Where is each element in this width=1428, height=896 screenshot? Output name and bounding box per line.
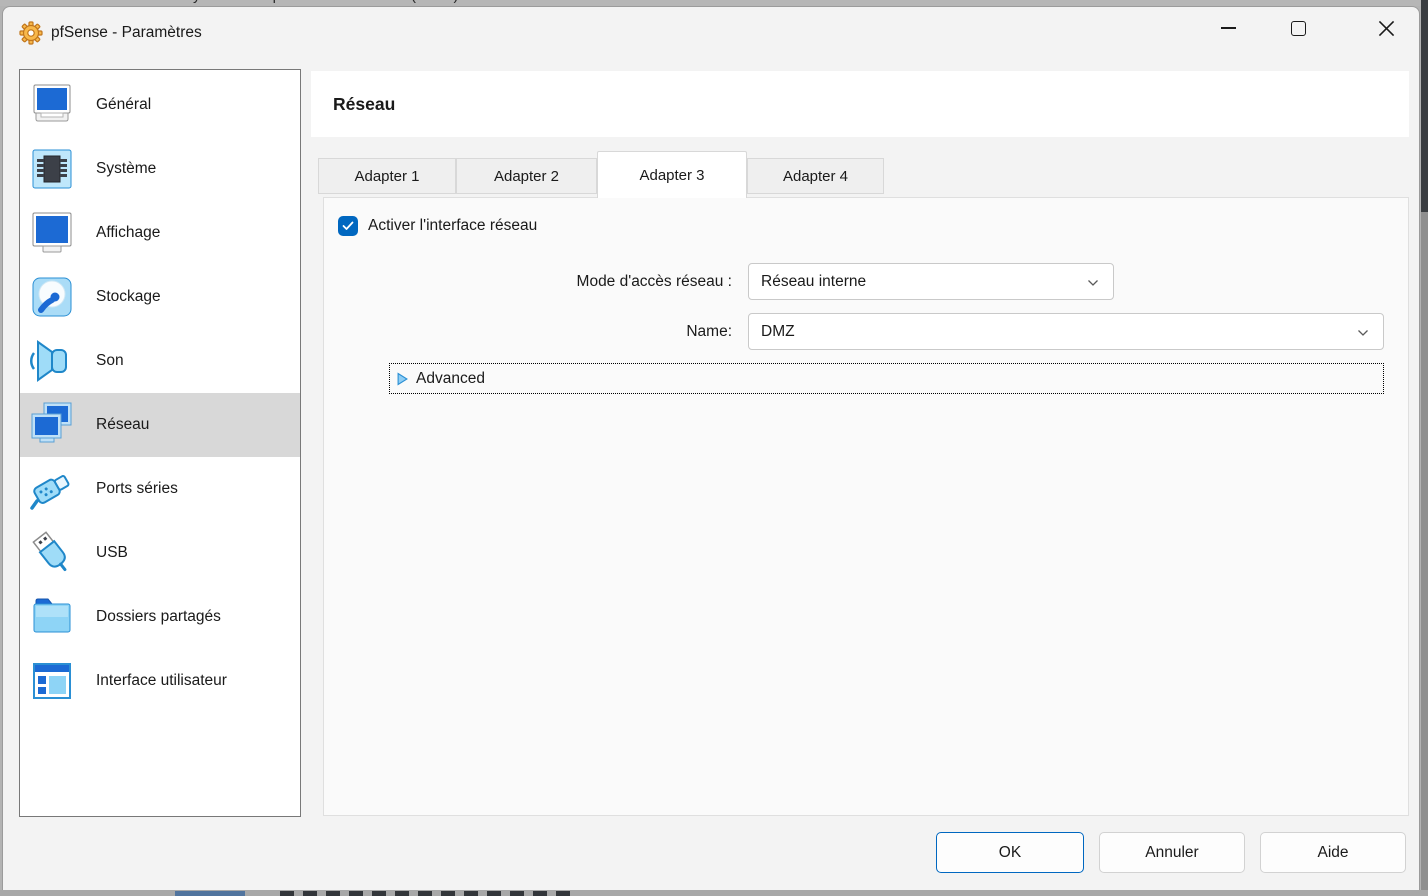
sidebar-item-label: Dossiers partagés [96, 608, 221, 625]
ok-button[interactable]: OK [936, 832, 1084, 873]
enable-adapter-checkbox[interactable] [338, 216, 358, 236]
enable-adapter-row: Activer l'interface réseau [338, 216, 537, 236]
attachment-mode-label: Mode d'accès réseau : [576, 273, 732, 290]
tab-label: Adapter 3 [639, 166, 705, 184]
shared-folder-icon [33, 598, 71, 633]
sidebar-item-label: Son [96, 352, 124, 369]
sidebar-item-display[interactable]: Affichage [20, 201, 300, 265]
page-title: Réseau [333, 93, 396, 114]
attachment-mode-select[interactable]: Réseau interne [748, 263, 1114, 300]
sidebar-item-user-interface[interactable]: Interface utilisateur [20, 649, 300, 713]
advanced-label: Advanced [416, 369, 485, 387]
background-window-fragment [280, 891, 570, 896]
sidebar-item-label: Stockage [96, 288, 161, 305]
minimize-icon [1220, 27, 1236, 29]
sidebar-item-system[interactable]: Système [20, 137, 300, 201]
maximize-icon [1290, 20, 1306, 36]
sidebar-item-audio[interactable]: Son [20, 329, 300, 393]
advanced-expander[interactable]: Advanced [389, 363, 1384, 394]
cancel-button[interactable]: Annuler [1099, 832, 1245, 873]
tab-label: Adapter 2 [493, 167, 560, 185]
sidebar-item-label: Interface utilisateur [96, 672, 227, 689]
sidebar-item-label: USB [96, 544, 128, 561]
check-icon [342, 221, 354, 230]
tab-adapter-2[interactable]: Adapter 2 [456, 158, 597, 194]
background-window-right-edge [1421, 0, 1428, 212]
help-button[interactable]: Aide [1260, 832, 1406, 873]
background-window-fragment [175, 891, 245, 896]
background-window-text-fragment: Système d'exploitation : FreeBSD (64-bit… [183, 0, 458, 4]
close-icon [1378, 20, 1394, 36]
network-icon [31, 402, 72, 443]
usb-icon [32, 531, 67, 572]
serial-port-icon [30, 475, 70, 510]
sidebar-item-label: Affichage [96, 224, 161, 241]
sidebar-item-shared-folders[interactable]: Dossiers partagés [20, 585, 300, 649]
sidebar-item-usb[interactable]: USB [20, 521, 300, 585]
tab-adapter-3[interactable]: Adapter 3 [597, 151, 747, 198]
adapter-3-panel: Activer l'interface réseau Mode d'accès … [323, 197, 1409, 816]
enable-adapter-label: Activer l'interface réseau [368, 217, 538, 234]
chip-icon [32, 149, 72, 189]
sidebar-item-label: Ports séries [96, 480, 178, 497]
window-title: pfSense - Paramètres [51, 24, 202, 41]
tab-label: Adapter 1 [354, 167, 420, 185]
sidebar-item-serial-ports[interactable]: Ports séries [20, 457, 300, 521]
speaker-icon [30, 340, 67, 382]
background-window-bottom-edge [0, 890, 1428, 896]
network-name-combobox[interactable]: DMZ [748, 313, 1384, 350]
settings-category-list: Général Système Affichage Stockage Son R… [19, 69, 301, 817]
monitor-icon [33, 84, 71, 122]
background-window-right-edge-lower [1421, 212, 1428, 890]
network-name-value: DMZ [761, 322, 795, 340]
settings-dialog: pfSense - Paramètres Général Système Aff… [2, 6, 1420, 890]
attachment-mode-value: Réseau interne [761, 272, 867, 290]
page-header: Réseau [311, 71, 1409, 137]
chevron-down-icon [1088, 280, 1098, 286]
close-button[interactable] [1363, 7, 1409, 49]
user-interface-icon [33, 663, 71, 699]
sidebar-item-general[interactable]: Général [20, 73, 300, 137]
display-icon [32, 212, 72, 253]
gear-icon [19, 21, 43, 45]
harddisk-icon [32, 277, 72, 317]
expander-arrow-icon [397, 372, 408, 385]
tab-adapter-1[interactable]: Adapter 1 [318, 158, 456, 194]
chevron-down-icon [1358, 330, 1368, 336]
sidebar-item-network[interactable]: Réseau [20, 393, 300, 457]
minimize-button[interactable] [1205, 7, 1251, 49]
sidebar-item-storage[interactable]: Stockage [20, 265, 300, 329]
sidebar-item-label: Système [96, 160, 157, 177]
maximize-button[interactable] [1275, 7, 1321, 49]
tab-label: Adapter 4 [782, 167, 849, 185]
tab-adapter-4[interactable]: Adapter 4 [747, 158, 884, 194]
title-bar: pfSense - Paramètres [19, 13, 202, 53]
sidebar-item-label: Réseau [96, 416, 150, 433]
network-name-label: Name: [686, 323, 732, 340]
sidebar-item-label: Général [96, 96, 152, 113]
